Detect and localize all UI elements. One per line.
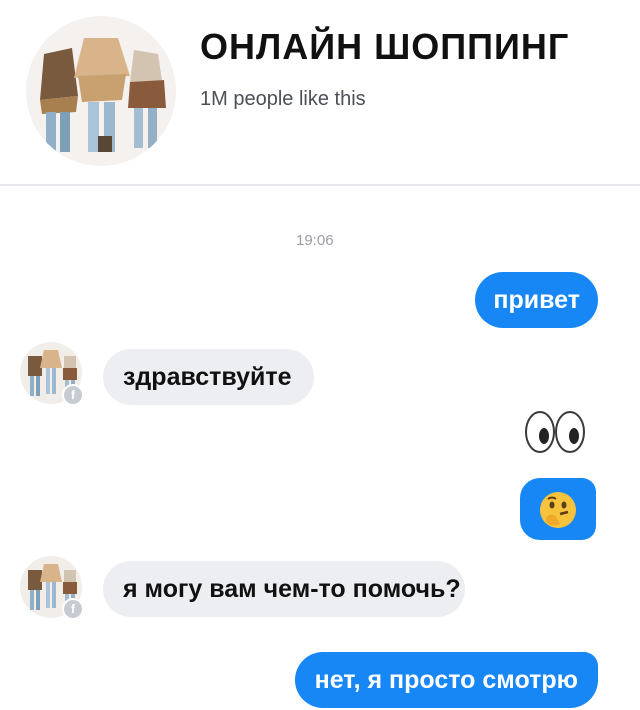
facebook-badge-icon: f bbox=[62, 384, 84, 406]
page-likes-count: 1M people like this bbox=[200, 88, 366, 110]
thinking-face-icon bbox=[540, 492, 576, 528]
thinking-face-message-bubble[interactable] bbox=[520, 478, 596, 540]
sender-avatar[interactable]: f bbox=[20, 556, 84, 620]
header-divider bbox=[0, 184, 640, 186]
outgoing-message-bubble[interactable]: привет bbox=[475, 272, 598, 328]
clothing-collage-icon bbox=[40, 38, 166, 152]
page-avatar[interactable] bbox=[26, 16, 176, 166]
sender-avatar[interactable]: f bbox=[20, 342, 84, 406]
page-header: ОНЛАЙН ШОППИНГ 1M people like this bbox=[0, 0, 640, 186]
facebook-badge-icon: f bbox=[62, 598, 84, 620]
outgoing-message-bubble[interactable]: нет, я просто смотрю bbox=[294, 652, 598, 708]
incoming-message-bubble[interactable]: здравствуйте bbox=[103, 349, 314, 405]
incoming-message-bubble[interactable]: я могу вам чем-то помочь? bbox=[103, 561, 465, 617]
eyes-emoji-icon[interactable] bbox=[522, 408, 588, 456]
message-timestamp: 19:06 bbox=[296, 232, 334, 249]
page-title: ОНЛАЙН ШОППИНГ bbox=[200, 26, 570, 67]
